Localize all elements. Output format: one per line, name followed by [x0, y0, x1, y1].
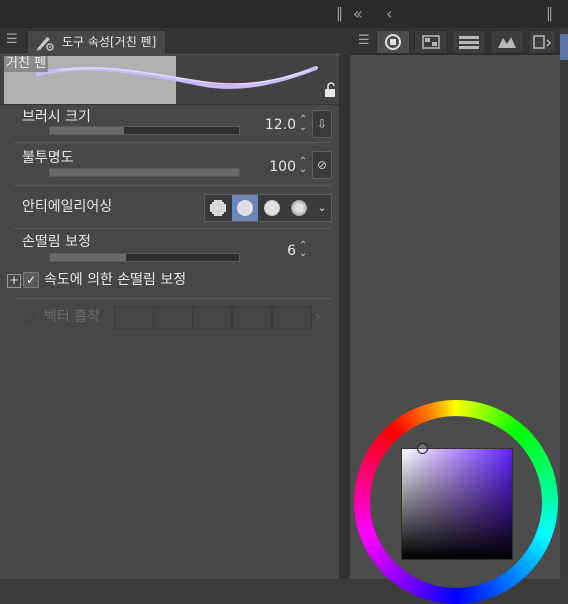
expand-icon[interactable]: +	[7, 274, 21, 288]
stabilization-slider-fill	[50, 254, 126, 261]
antialiasing-selector[interactable]: ⌄	[204, 194, 332, 222]
collapse-panels-icon[interactable]: «	[353, 0, 363, 28]
color-picker-cursor[interactable]	[417, 443, 428, 454]
vector-snap-option[interactable]	[153, 306, 193, 330]
scrollbar[interactable]	[339, 52, 350, 579]
preview-tool-name: 거친 펜	[4, 56, 49, 72]
grip-icon[interactable]: ‖	[336, 0, 343, 28]
intermediate-color-icon	[498, 37, 516, 48]
lock-icon[interactable]	[324, 82, 338, 101]
divider	[14, 142, 331, 143]
tab-title: 도구 속성[거친 펜]	[62, 35, 157, 49]
chevron-right-icon[interactable]: ›	[315, 305, 321, 329]
brush-size-value[interactable]: 12.0	[250, 116, 296, 134]
active-tab-indicator[interactable]	[560, 34, 568, 60]
pen-settings-icon	[36, 37, 54, 51]
tab-approx-color[interactable]	[528, 30, 556, 54]
saturation-value-square[interactable]	[401, 448, 513, 560]
antialias-strong-option[interactable]	[286, 195, 312, 221]
antialiasing-label: 안티에일리어싱	[22, 199, 113, 215]
tab-color-set[interactable]	[414, 30, 448, 54]
antialias-none-icon	[210, 200, 226, 216]
speed-stabilization-checkbox[interactable]: ✓	[23, 272, 39, 288]
divider	[14, 185, 331, 186]
antialias-weak-icon	[237, 200, 253, 216]
color-panel-menu-icon[interactable]: ☰	[358, 30, 370, 52]
stabilization-label: 손떨림 보정	[22, 234, 91, 250]
brush-stroke-preview	[36, 66, 318, 89]
opacity-slider-fill	[50, 169, 239, 176]
divider	[14, 298, 331, 299]
speed-stabilization-label: 속도에 의한 손떨림 보정	[44, 272, 187, 288]
approx-color-icon	[533, 35, 552, 49]
tab-intermediate-color[interactable]	[490, 30, 524, 54]
stabilization-spinner[interactable]: ⌃ ⌄	[298, 241, 308, 259]
right-edge-strip	[560, 28, 568, 579]
chevron-down-icon[interactable]: ⌄	[313, 195, 331, 221]
color-slider-icon	[459, 36, 479, 49]
top-toolbar	[0, 0, 568, 29]
stabilization-value[interactable]: 6	[250, 242, 296, 260]
color-wheel-icon	[385, 34, 401, 50]
opacity-slider[interactable]	[49, 168, 240, 177]
antialias-none-option[interactable]	[205, 195, 231, 221]
opacity-label: 불투명도	[22, 150, 74, 166]
antialias-medium-option[interactable]	[259, 195, 285, 221]
vector-snap-option[interactable]	[232, 306, 272, 330]
brush-size-slider[interactable]	[49, 126, 240, 135]
brush-size-spinner[interactable]: ⌃ ⌄	[298, 115, 308, 133]
opacity-spinner[interactable]: ⌃ ⌄	[298, 157, 308, 175]
antialias-strong-icon	[291, 200, 307, 216]
brush-size-preset-button[interactable]: ⇩	[312, 110, 332, 138]
vector-snap-row: 벡터 흡착 ›	[20, 305, 332, 330]
panel-menu-icon[interactable]: ☰	[6, 29, 18, 51]
brush-size-label: 브러시 크기	[22, 109, 91, 125]
divider	[14, 228, 331, 229]
tab-color-wheel[interactable]	[376, 30, 410, 54]
grip-icon-right[interactable]: ‖	[546, 0, 553, 28]
antialias-weak-option[interactable]	[232, 195, 258, 221]
stabilization-slider[interactable]	[49, 253, 240, 262]
vector-snap-option[interactable]	[114, 306, 154, 330]
vector-snap-checkbox[interactable]	[22, 309, 38, 325]
vector-snap-label: 벡터 흡착	[44, 309, 100, 325]
antialias-medium-icon	[264, 200, 280, 216]
tab-tool-property[interactable]: 도구 속성[거친 펜]	[27, 30, 166, 53]
vector-snap-option[interactable]	[192, 306, 232, 330]
tab-color-slider[interactable]	[452, 30, 486, 54]
opacity-side-button[interactable]: ⊘	[312, 151, 332, 179]
color-set-icon	[422, 35, 440, 49]
brush-size-slider-fill	[50, 127, 124, 134]
brush-preview: 거친 펜	[0, 56, 350, 105]
download-icon: ⇩	[316, 117, 328, 131]
slash-box-icon: ⊘	[316, 158, 328, 172]
back-icon[interactable]: ‹	[386, 0, 392, 28]
vector-snap-option[interactable]	[272, 306, 312, 330]
opacity-value[interactable]: 100	[250, 158, 296, 176]
